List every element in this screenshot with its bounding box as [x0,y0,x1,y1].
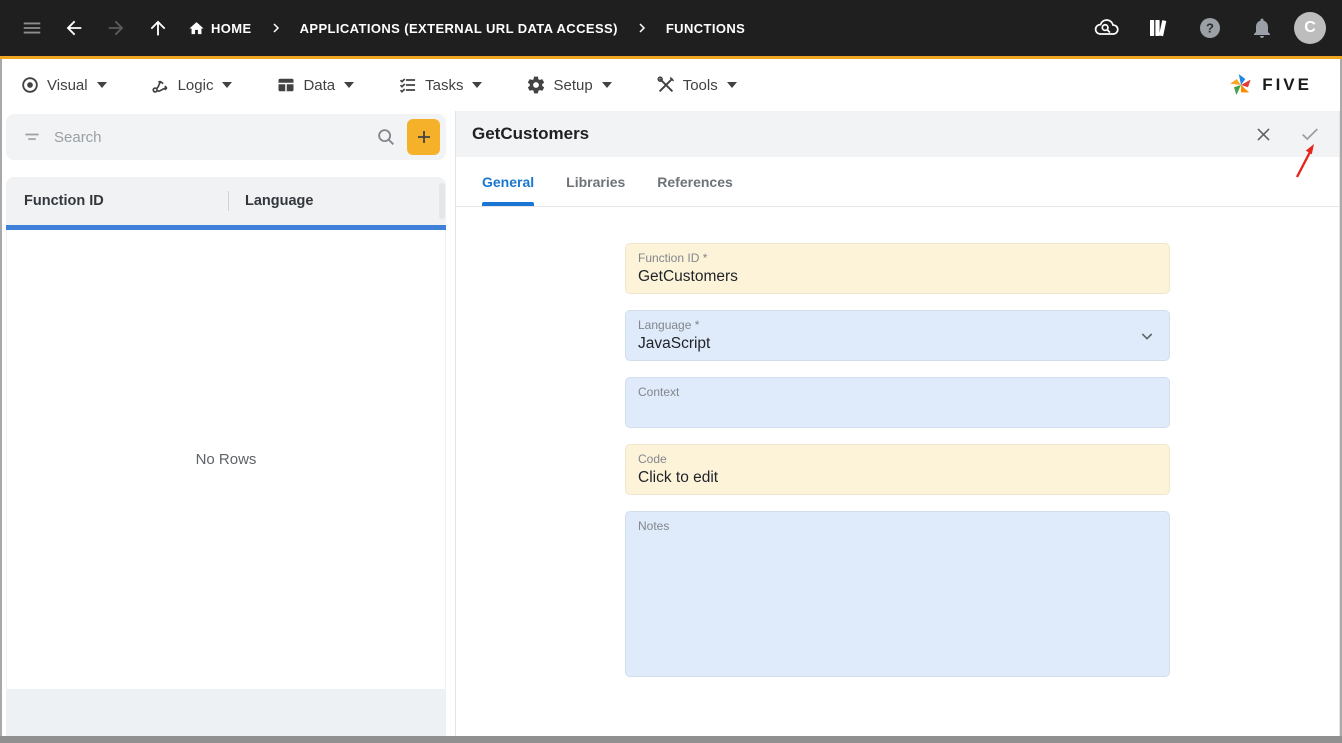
menu-tools-label: Tools [683,77,718,94]
up-arrow-icon[interactable] [138,8,178,48]
workspace: Function ID Language No Rows GetCustomer… [2,111,1340,736]
menu-visual-label: Visual [47,77,88,94]
breadcrumb-functions[interactable]: FUNCTIONS [666,21,745,36]
menu-bar: Visual Logic Data [2,59,1340,111]
chevron-right-icon [270,22,282,34]
breadcrumb-applications[interactable]: APPLICATIONS (EXTERNAL URL DATA ACCESS) [300,21,618,36]
search-icon[interactable] [375,126,397,148]
chevron-down-icon [602,82,612,88]
notes-value [638,536,1157,554]
chevron-down-icon [472,82,482,88]
grid-header: Function ID Language [6,177,446,225]
chevron-down-icon [344,82,354,88]
menu-logic-label: Logic [178,77,214,94]
gear-icon [526,75,546,95]
checklist-icon [398,75,418,95]
function-id-label: Function ID * [638,251,1157,265]
notes-label: Notes [638,519,1157,533]
context-field[interactable]: Context [625,377,1170,428]
page-title: GetCustomers [472,124,589,144]
search-bar [6,114,446,160]
empty-state-text: No Rows [196,451,257,468]
menu-tasks[interactable]: Tasks [398,75,482,95]
notes-field[interactable]: Notes [625,511,1170,677]
brand-text: FIVE [1262,75,1312,95]
functions-grid: Function ID Language No Rows [6,177,446,736]
save-check-icon[interactable] [1299,123,1321,145]
code-label: Code [638,452,1157,466]
tools-icon [656,75,676,95]
tab-libraries[interactable]: Libraries [566,174,625,206]
logic-flow-icon [151,75,171,95]
menu-setup[interactable]: Setup [526,75,611,95]
forward-arrow-icon[interactable] [96,8,136,48]
five-pinwheel-icon [1228,72,1254,98]
language-select[interactable]: Language * JavaScript [625,310,1170,361]
column-header-language[interactable]: Language [245,193,313,209]
column-header-function-id[interactable]: Function ID [6,193,228,209]
functions-list-panel: Function ID Language No Rows [2,111,446,736]
eye-icon [20,75,40,95]
grid-footer [6,689,446,736]
menu-setup-label: Setup [553,77,592,94]
menu-tasks-label: Tasks [425,77,463,94]
cloud-search-icon[interactable] [1086,8,1126,48]
menu-visual[interactable]: Visual [20,75,107,95]
context-label: Context [638,385,1157,399]
code-field[interactable]: Code Click to edit [625,444,1170,495]
search-input[interactable] [54,129,375,146]
menu-tools[interactable]: Tools [656,75,737,95]
filter-icon[interactable] [22,127,42,147]
tab-bar: General Libraries References [456,157,1339,207]
menu-data[interactable]: Data [276,75,354,95]
chevron-down-icon [222,82,232,88]
menu-logic[interactable]: Logic [151,75,233,95]
breadcrumb-home[interactable]: HOME [188,20,252,37]
close-icon[interactable] [1254,125,1273,144]
five-logo: FIVE [1228,72,1312,98]
tab-general[interactable]: General [482,174,534,206]
chevron-down-icon [1139,328,1155,344]
menu-data-label: Data [303,77,335,94]
form-body: Function ID * GetCustomers Language * Ja… [456,207,1339,736]
notifications-bell-icon[interactable] [1242,8,1282,48]
language-value: JavaScript [638,335,1157,353]
back-arrow-icon[interactable] [54,8,94,48]
function-id-value: GetCustomers [638,268,1157,286]
breadcrumb-home-label: HOME [211,21,252,36]
top-bar: HOME APPLICATIONS (EXTERNAL URL DATA ACC… [0,0,1342,56]
svg-text:?: ? [1206,21,1214,36]
help-icon[interactable]: ? [1190,8,1230,48]
chevron-down-icon [727,82,737,88]
scrollbar-stub [439,183,445,219]
context-value [638,402,1157,420]
breadcrumb: HOME APPLICATIONS (EXTERNAL URL DATA ACC… [188,20,745,37]
column-divider [228,191,229,211]
table-icon [276,75,296,95]
function-id-field[interactable]: Function ID * GetCustomers [625,243,1170,294]
content-frame: Visual Logic Data [0,59,1342,736]
add-function-button[interactable] [407,119,440,155]
chevron-down-icon [97,82,107,88]
home-icon [188,20,205,37]
tab-references[interactable]: References [657,174,733,206]
chevron-right-icon [636,22,648,34]
detail-header: GetCustomers [456,111,1339,157]
library-books-icon[interactable] [1138,8,1178,48]
grid-body: No Rows [6,230,446,689]
horizontal-scrollbar[interactable] [0,736,1342,743]
avatar[interactable]: C [1294,12,1326,44]
hamburger-menu-icon[interactable] [12,8,52,48]
function-detail-panel: GetCustomers General Libr [455,111,1340,736]
code-value: Click to edit [638,469,1157,487]
language-label: Language * [638,318,1157,332]
